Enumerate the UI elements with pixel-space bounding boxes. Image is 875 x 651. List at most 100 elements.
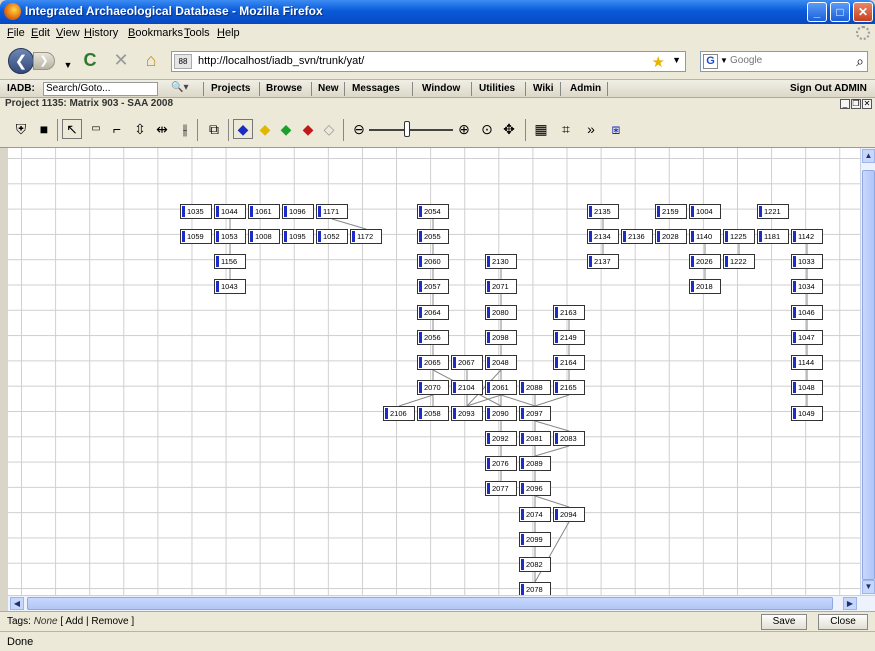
matrix-node-1053[interactable]: 1053 <box>214 229 246 244</box>
panel-minimize-icon[interactable]: _ <box>840 99 850 109</box>
google-icon[interactable]: G <box>703 54 718 69</box>
matrix-node-1221[interactable]: 1221 <box>757 204 789 219</box>
horizontal-scroll-thumb[interactable] <box>27 597 833 610</box>
matrix-node-2159[interactable]: 2159 <box>655 204 687 219</box>
scroll-down-icon[interactable]: ▼ <box>862 580 875 594</box>
matrix-node-2057[interactable]: 2057 <box>417 279 449 294</box>
matrix-node-2088[interactable]: 2088 <box>519 380 551 395</box>
matrix-node-2026[interactable]: 2026 <box>689 254 721 269</box>
maximize-button[interactable]: □ <box>830 2 850 22</box>
nav-new[interactable]: New <box>318 83 339 94</box>
menu-bookmarks[interactable]: Bookmarks <box>128 27 183 39</box>
matrix-node-1144[interactable]: 1144 <box>791 355 823 370</box>
matrix-node-1047[interactable]: 1047 <box>791 330 823 345</box>
matrix-node-1181[interactable]: 1181 <box>757 229 789 244</box>
menu-tools[interactable]: Tools <box>184 27 210 39</box>
diamond-red-icon[interactable]: ◆ <box>299 120 317 138</box>
matrix-node-1172[interactable]: 1172 <box>350 229 382 244</box>
matrix-node-2093[interactable]: 2093 <box>451 406 483 421</box>
menu-history[interactable]: History <box>84 27 118 39</box>
scroll-up-icon[interactable]: ▲ <box>862 149 875 163</box>
matrix-node-1052[interactable]: 1052 <box>316 229 348 244</box>
vertical-distribute-icon[interactable]: ⇳ <box>131 120 149 138</box>
close-window-button[interactable]: ✕ <box>853 2 873 22</box>
matrix-node-2070[interactable]: 2070 <box>417 380 449 395</box>
layout-icon[interactable]: ⌗ <box>557 120 575 138</box>
matrix-node-2096[interactable]: 2096 <box>519 481 551 496</box>
matrix-node-1061[interactable]: 1061 <box>248 204 280 219</box>
diamond-white-icon[interactable]: ◇ <box>320 120 338 138</box>
scroll-left-icon[interactable]: ◀ <box>10 597 24 610</box>
matrix-node-2060[interactable]: 2060 <box>417 254 449 269</box>
panel-restore-icon[interactable]: ❐ <box>851 99 861 109</box>
diamond-yellow-icon[interactable]: ◆ <box>256 120 274 138</box>
tags-add-link[interactable]: Add <box>65 616 83 627</box>
matrix-node-2137[interactable]: 2137 <box>587 254 619 269</box>
matrix-node-1095[interactable]: 1095 <box>282 229 314 244</box>
zoom-slider[interactable] <box>369 129 453 131</box>
matrix-node-2074[interactable]: 2074 <box>519 507 551 522</box>
diamond-blue-icon[interactable]: ◆ <box>233 119 253 139</box>
tags-remove-link[interactable]: Remove <box>91 616 128 627</box>
matrix-node-1140[interactable]: 1140 <box>689 229 721 244</box>
matrix-node-1033[interactable]: 1033 <box>791 254 823 269</box>
matrix-node-2097[interactable]: 2097 <box>519 406 551 421</box>
horizontal-align-icon[interactable]: ⇹ <box>153 120 171 138</box>
matrix-node-2048[interactable]: 2048 <box>485 355 517 370</box>
matrix-node-2056[interactable]: 2056 <box>417 330 449 345</box>
connector-icon[interactable]: ⌐ <box>108 120 126 138</box>
matrix-node-2028[interactable]: 2028 <box>655 229 687 244</box>
matrix-node-1222[interactable]: 1222 <box>723 254 755 269</box>
matrix-node-2130[interactable]: 2130 <box>485 254 517 269</box>
matrix-node-2134[interactable]: 2134 <box>587 229 619 244</box>
back-button[interactable]: ❮ <box>8 48 34 74</box>
matrix-node-2106[interactable]: 2106 <box>383 406 415 421</box>
vertical-scrollbar[interactable]: ▲ ▼ <box>860 148 875 595</box>
url-bar[interactable]: 88 http://localhost/iadb_svn/trunk/yat/ … <box>171 51 686 72</box>
matrix-node-2136[interactable]: 2136 <box>621 229 653 244</box>
forward-icon[interactable]: » <box>582 120 600 138</box>
box-icon[interactable]: ▭ <box>87 120 105 138</box>
zoom-fit-icon[interactable]: ⊙ <box>478 120 496 138</box>
forward-button[interactable]: ❯ <box>33 52 55 70</box>
select-link-icon[interactable]: ↖ <box>62 119 82 139</box>
matrix-node-1156[interactable]: 1156 <box>214 254 246 269</box>
vertical-align-icon[interactable]: ⫲ <box>176 120 194 138</box>
nav-utilities[interactable]: Utilities <box>479 83 515 94</box>
matrix-node-1059[interactable]: 1059 <box>180 229 212 244</box>
matrix-node-1096[interactable]: 1096 <box>282 204 314 219</box>
matrix-node-2082[interactable]: 2082 <box>519 557 551 572</box>
matrix-node-2090[interactable]: 2090 <box>485 406 517 421</box>
matrix-node-2067[interactable]: 2067 <box>451 355 483 370</box>
matrix-node-2071[interactable]: 2071 <box>485 279 517 294</box>
bookmark-star-icon[interactable]: ★ <box>652 53 665 71</box>
matrix-node-2149[interactable]: 2149 <box>553 330 585 345</box>
nav-admin[interactable]: Admin <box>570 83 601 94</box>
matrix-node-1034[interactable]: 1034 <box>791 279 823 294</box>
web-search-input[interactable] <box>730 55 840 66</box>
history-dropdown-icon[interactable]: ▼ <box>57 55 79 75</box>
matrix-node-1044[interactable]: 1044 <box>214 204 246 219</box>
nav-window[interactable]: Window <box>422 83 460 94</box>
matrix-node-2018[interactable]: 2018 <box>689 279 721 294</box>
web-search-box[interactable]: G ▼ ⌕ <box>700 51 868 72</box>
matrix-node-2058[interactable]: 2058 <box>417 406 449 421</box>
url-dropdown-icon[interactable]: ▼ <box>672 55 681 65</box>
sign-out-link[interactable]: Sign Out ADMIN <box>790 83 867 94</box>
matrix-node-2165[interactable]: 2165 <box>553 380 585 395</box>
nav-messages[interactable]: Messages <box>352 83 400 94</box>
panel-close-icon[interactable]: ✕ <box>862 99 872 109</box>
search-dropdown-icon[interactable]: 🔍▾ <box>171 82 188 93</box>
export-icon[interactable]: ⧆ <box>607 120 625 138</box>
matrix-node-1043[interactable]: 1043 <box>214 279 246 294</box>
nav-browse[interactable]: Browse <box>266 83 302 94</box>
matrix-node-1048[interactable]: 1048 <box>791 380 823 395</box>
matrix-node-2094[interactable]: 2094 <box>553 507 585 522</box>
matrix-node-2054[interactable]: 2054 <box>417 204 449 219</box>
zoom-slider-handle[interactable] <box>404 121 410 137</box>
matrix-node-2098[interactable]: 2098 <box>485 330 517 345</box>
matrix-node-2164[interactable]: 2164 <box>553 355 585 370</box>
site-identity-icon[interactable]: 88 <box>174 54 192 69</box>
nav-wiki[interactable]: Wiki <box>533 83 553 94</box>
matrix-node-1225[interactable]: 1225 <box>723 229 755 244</box>
